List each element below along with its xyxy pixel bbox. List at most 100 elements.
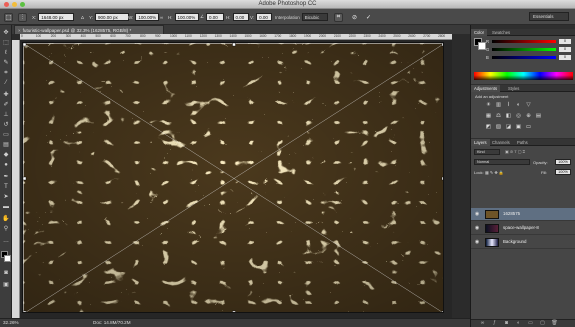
workspace-select[interactable]: Essentials [529,12,569,21]
warp-icon[interactable]: ⌗ [334,12,343,22]
invert-icon[interactable]: ◩ [485,124,492,131]
x-position-field[interactable]: 1648.00 px [38,13,75,21]
visibility-eye-icon[interactable]: ◉ [474,225,480,231]
new-layer-icon[interactable]: ▢ [539,320,546,327]
path-selection-tool-icon[interactable]: ➤ [2,193,10,201]
brush-tool-icon[interactable]: ✐ [2,101,10,109]
height-percent-field[interactable]: 100.00% [174,13,199,21]
visibility-eye-icon[interactable]: ◉ [474,239,480,245]
zoom-level[interactable]: 32.26% [3,320,19,325]
interpolation-select[interactable]: Bicubic [301,13,328,21]
threshold-icon[interactable]: ◪ [505,124,512,131]
red-value-field[interactable]: 0 [559,39,571,44]
lock-options-icons[interactable]: ▦ ✎ ✥ 🔒 [485,170,504,175]
hand-tool-icon[interactable]: ✋ [2,215,10,223]
layer-row[interactable]: ◉ 1628575 [471,208,575,221]
cancel-transform-button[interactable]: ⊘ [350,12,359,22]
quick-select-tool-icon[interactable]: ✎ [2,59,10,67]
hue-saturation-icon[interactable]: ▦ [485,113,492,120]
clone-stamp-tool-icon[interactable]: ⊥ [2,111,10,119]
layer-style-icon[interactable]: ƒ [491,320,498,327]
fill-field[interactable]: 100% [555,169,571,175]
rotate-angle-field[interactable]: 0.00 [206,13,225,21]
tab-color[interactable]: Color [471,29,488,36]
commit-transform-button[interactable]: ✓ [364,12,373,22]
color-spectrum-ramp[interactable] [474,72,573,80]
crop-tool-icon[interactable]: ⌗ [2,69,10,77]
check-icon[interactable]: ✓ [364,13,373,22]
eraser-tool-icon[interactable]: ▭ [2,131,10,139]
adjustment-layer-icon[interactable]: ◐ [515,320,522,327]
delta-icon[interactable]: Δ [81,15,84,20]
photo-filter-icon[interactable]: ◎ [515,113,522,120]
brightness-contrast-icon[interactable]: ☀ [485,102,492,109]
link-icon[interactable]: ∞ [160,15,163,20]
green-value-field[interactable]: 0 [559,47,571,52]
opacity-field[interactable]: 100% [555,159,571,165]
type-tool-icon[interactable]: T [2,183,10,191]
pen-tool-icon[interactable]: ✒ [2,173,10,181]
y-position-field[interactable]: 900.00 px [95,13,130,21]
trash-icon[interactable]: 🗑 [551,320,558,327]
curves-icon[interactable]: ⌇ [505,102,512,109]
close-tab-icon[interactable]: × [18,28,21,33]
tab-paths[interactable]: Paths [514,139,531,146]
background-color-swatch[interactable] [4,255,11,262]
color-balance-icon[interactable]: ⚖ [495,113,502,120]
cancel-icon[interactable]: ⊘ [350,13,359,22]
document-canvas[interactable] [22,42,444,313]
move-tool-icon[interactable]: ✥ [2,29,10,37]
layer-filter-kind-select[interactable]: Kind [474,149,500,155]
tool-preset-picker[interactable]: ⬚ [4,12,13,22]
black-white-icon[interactable]: ◧ [505,113,512,120]
tab-adjustments[interactable]: Adjustments [471,85,501,92]
layer-row[interactable]: ◉ Background [471,236,575,249]
maintain-aspect-ratio-button[interactable]: ∞ [160,12,163,22]
visibility-eye-icon[interactable]: ◉ [474,211,480,217]
posterize-icon[interactable]: ▨ [495,124,502,131]
width-percent-field[interactable]: 100.00% [135,13,160,21]
vertical-ruler[interactable] [12,40,20,318]
quick-mask-icon[interactable]: ◙ [2,269,10,277]
reference-point-icon[interactable]: ⋮ [18,12,27,22]
red-slider[interactable] [492,40,556,43]
tab-channels[interactable]: Channels [489,139,513,146]
more-tools-icon[interactable]: … [2,237,10,245]
healing-brush-tool-icon[interactable]: ✚ [2,91,10,99]
reference-grid-icon[interactable]: ⋮ [18,12,27,22]
layer-row[interactable]: ◉ space-wallpaper-8 [471,222,575,235]
levels-icon[interactable]: ▥ [495,102,502,109]
lasso-tool-icon[interactable]: ℓ [2,49,10,57]
horizontal-skew-field[interactable]: 0.00 [232,13,249,21]
tab-styles[interactable]: Styles [505,85,522,92]
new-group-icon[interactable]: ▭ [527,320,534,327]
warp-toggle-button[interactable]: ⌗ [334,12,343,22]
shape-tool-icon[interactable]: ▬ [2,203,10,211]
document-size-info[interactable]: Doc: 14.8M/70.2M [93,320,131,325]
zoom-tool-icon[interactable]: ⚲ [2,225,10,233]
vertical-skew-field[interactable]: 0.00 [256,13,273,21]
marquee-tool-icon[interactable]: ⬚ [2,39,10,47]
layer-mask-icon[interactable]: ◙ [503,320,510,327]
document-tab[interactable]: × futuristic-wallpaper.psd @ 32.3% (1628… [14,25,164,34]
channel-mixer-icon[interactable]: ⊕ [525,113,532,120]
screen-mode-icon[interactable]: ▣ [2,281,10,289]
gradient-map-icon[interactable]: ▭ [525,124,532,131]
dodge-tool-icon[interactable]: ● [2,161,10,169]
vibrance-icon[interactable]: ▽ [525,102,532,109]
history-brush-tool-icon[interactable]: ↺ [2,121,10,129]
tab-layers[interactable]: Layers [471,139,490,146]
exposure-icon[interactable]: ◐ [515,102,522,109]
relative-position-toggle[interactable]: Δ [81,12,84,22]
blue-value-field[interactable]: 0 [559,55,571,60]
blue-slider[interactable] [492,56,556,59]
transform-tool-icon[interactable]: ⬚ [4,12,13,22]
tab-swatches[interactable]: Swatches [489,29,513,36]
color-lookup-icon[interactable]: ▤ [535,113,542,120]
blend-mode-select[interactable]: Normal [474,159,530,165]
eyedropper-tool-icon[interactable]: ⁄ [2,79,10,87]
background-color-chip[interactable] [478,42,486,50]
selective-color-icon[interactable]: ▣ [515,124,522,131]
link-layers-icon[interactable]: ∞ [479,320,486,327]
gradient-tool-icon[interactable]: ▤ [2,141,10,149]
